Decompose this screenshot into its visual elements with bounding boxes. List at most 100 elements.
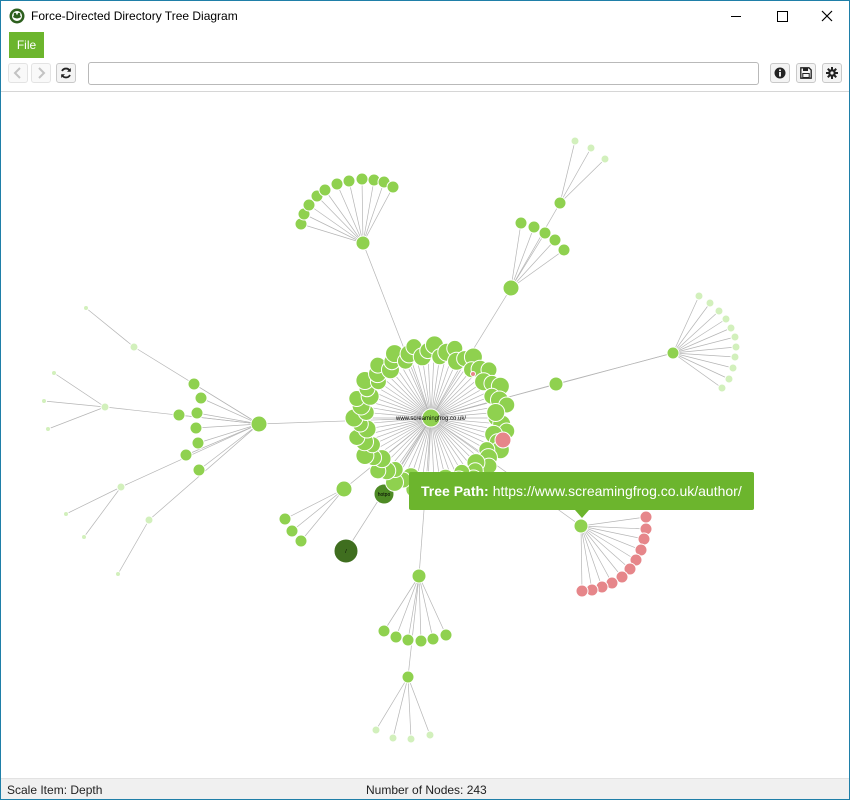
tree-link	[47, 406, 106, 430]
tree-node	[494, 431, 512, 449]
tree-link	[418, 575, 434, 640]
tree-node	[63, 511, 69, 517]
tree-link	[418, 575, 422, 642]
tree-node	[470, 371, 476, 377]
maximize-button[interactable]	[759, 1, 805, 31]
tree-node	[439, 628, 453, 642]
tree-node	[129, 342, 139, 352]
info-button[interactable]	[770, 63, 790, 83]
tree-link	[362, 186, 394, 244]
close-icon	[821, 10, 833, 22]
forward-button[interactable]	[31, 63, 51, 83]
tree-link	[580, 525, 645, 540]
tree-link	[65, 486, 122, 515]
tree-link	[53, 372, 106, 408]
tree-node	[192, 463, 206, 477]
tree-link	[407, 676, 431, 736]
tree-link	[580, 525, 642, 551]
tree-link	[559, 158, 606, 204]
tree-node	[575, 584, 589, 598]
save-button[interactable]	[796, 63, 816, 83]
tree-node	[355, 235, 371, 251]
tree-link	[510, 226, 535, 289]
refresh-button[interactable]	[56, 63, 76, 83]
tree-node	[721, 314, 731, 324]
tree-node	[371, 725, 381, 735]
tree-link	[559, 140, 576, 204]
tree-nodes: www.screamingfrog.co.uk/hotpo/	[41, 136, 741, 744]
tree-node	[342, 174, 356, 188]
tree-node	[406, 734, 416, 744]
tree-node	[502, 279, 520, 297]
tree-node	[250, 415, 268, 433]
toolbar	[1, 59, 849, 92]
tree-node	[191, 436, 205, 450]
node-label: hotpo	[378, 492, 391, 498]
tree-node	[116, 482, 126, 492]
tree-link	[43, 400, 106, 408]
window-title: Force-Directed Directory Tree Diagram	[31, 9, 238, 23]
tree-node	[330, 177, 344, 191]
maximize-icon	[776, 10, 788, 22]
tree-node	[724, 374, 734, 384]
tree-node	[486, 402, 506, 422]
tree-diagram-canvas[interactable]: www.screamingfrog.co.uk/hotpo / Tree Path…	[1, 92, 849, 777]
gear-icon	[826, 67, 838, 79]
tree-node	[514, 216, 528, 230]
tooltip-label: Tree Path:	[421, 483, 489, 499]
tree-node	[425, 730, 435, 740]
tree-node	[731, 342, 741, 352]
tree-node	[83, 305, 89, 311]
tree-node	[573, 518, 589, 534]
tree-node	[714, 306, 724, 316]
tree-link	[672, 302, 711, 354]
tree-link	[418, 575, 447, 636]
tree-node	[41, 398, 47, 404]
tree-node	[318, 183, 332, 197]
tree-node	[726, 323, 736, 333]
file-menu[interactable]: File	[9, 32, 44, 58]
tree-node	[570, 136, 580, 146]
tree-node	[600, 154, 610, 164]
status-bar: Scale Item: Depth Number of Nodes: 243	[1, 778, 849, 799]
app-window: Force-Directed Directory Tree Diagram Fi…	[0, 0, 850, 800]
tree-link	[407, 575, 420, 641]
close-button[interactable]	[804, 1, 849, 31]
tree-node	[637, 532, 651, 546]
refresh-icon	[61, 67, 71, 79]
tree-link	[300, 488, 345, 542]
tree-node	[553, 196, 567, 210]
tree-node	[414, 634, 428, 648]
tree-link	[303, 213, 364, 244]
tree-diagram: www.screamingfrog.co.uk/hotpo/	[41, 136, 741, 744]
tree-link	[672, 310, 720, 354]
node-label: www.screamingfrog.co.uk/	[395, 416, 466, 422]
minimize-button[interactable]	[713, 1, 759, 31]
tree-link	[195, 423, 260, 429]
tree-link	[672, 352, 723, 389]
tree-link	[555, 352, 674, 385]
tree-node	[377, 624, 391, 638]
tree-node	[172, 408, 186, 422]
tree-node	[527, 220, 541, 234]
tree-link	[117, 519, 150, 575]
tree-node	[666, 346, 680, 360]
url-input[interactable]	[88, 62, 759, 85]
tree-link	[559, 147, 592, 204]
tree-link	[200, 397, 260, 425]
settings-button[interactable]	[822, 63, 842, 83]
tree-links	[43, 140, 737, 740]
tree-node	[730, 352, 740, 362]
chevron-right-icon	[38, 67, 46, 79]
tooltip-arrow	[575, 510, 589, 518]
tree-link	[580, 516, 647, 527]
tree-node	[730, 332, 740, 342]
tree-link	[392, 676, 409, 739]
tree-node	[194, 391, 208, 405]
tree-node	[411, 568, 427, 584]
back-button[interactable]	[8, 63, 28, 83]
tree-node	[285, 524, 299, 538]
tree-node	[51, 370, 57, 376]
tree-node	[294, 534, 308, 548]
tree-node	[386, 180, 400, 194]
